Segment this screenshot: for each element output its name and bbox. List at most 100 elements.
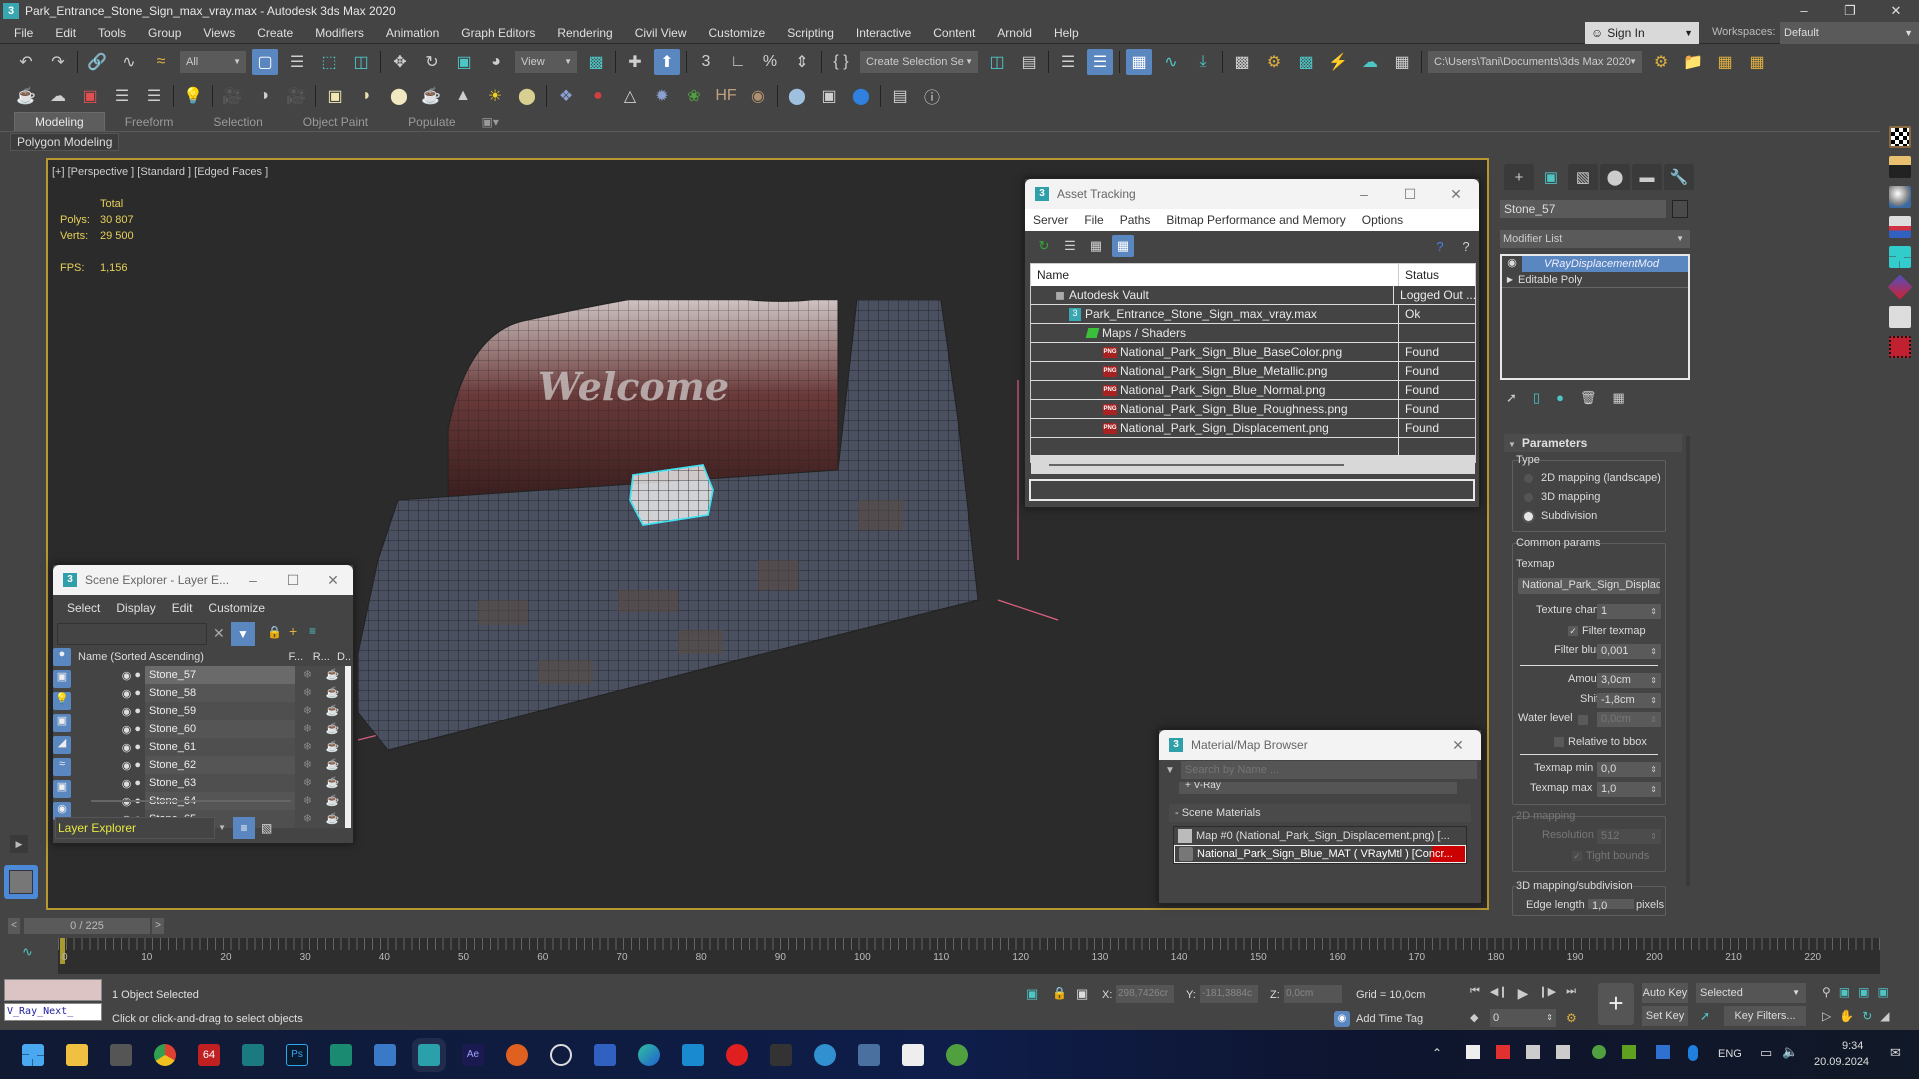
render-production-icon[interactable]: ⚡ (1325, 49, 1351, 75)
polygon-modeling-panel[interactable]: Polygon Modeling (10, 133, 120, 151)
filter-lights-icon[interactable]: 💡 (53, 692, 71, 710)
camera-icon[interactable]: 🎥 (219, 83, 245, 109)
minimize-button[interactable]: – (1341, 186, 1387, 203)
utilities-tab-icon[interactable]: 🔧 (1664, 164, 1694, 190)
key-filters-button[interactable]: Key Filters... (1724, 1006, 1806, 1026)
notifications-icon[interactable]: ✉ (1890, 1045, 1901, 1061)
asset-row[interactable]: PNG National_Park_Sign_Blue_Metallic.png … (1031, 362, 1475, 381)
clock-date[interactable]: 20.09.2024 (1814, 1056, 1869, 1068)
keyboard-shortcut-override-icon[interactable]: ⬆ (654, 49, 680, 75)
percent-snap-icon[interactable]: % (757, 49, 783, 75)
go-to-end-icon[interactable]: ⏭ (1566, 985, 1576, 1002)
telegram-icon[interactable] (814, 1044, 836, 1066)
freeze-icon[interactable]: ❄ (295, 702, 320, 720)
filter-cameras-icon[interactable]: ▣ (53, 714, 71, 732)
x-coordinate-field[interactable]: 298,7426cr (1116, 985, 1174, 1003)
material-search-input[interactable] (1180, 761, 1477, 779)
menu-bitmap-performance[interactable]: Bitmap Performance and Memory (1158, 213, 1353, 227)
menu-help[interactable]: Help (1043, 26, 1090, 40)
project-structure-icon[interactable]: ▦ (1712, 49, 1738, 75)
vray-sphere-light-icon[interactable]: ⬤ (386, 83, 412, 109)
asset-path-field[interactable] (1029, 479, 1475, 501)
renderable-teapot-icon[interactable]: ☕ (320, 666, 345, 684)
remove-modifier-icon[interactable]: 🗑 (1580, 390, 1597, 406)
scene-row-selected[interactable]: ◉ ● Stone_57 ❄ ☕ (75, 666, 351, 684)
freeze-icon[interactable]: ❄ (295, 774, 320, 792)
snaps-toggle-icon[interactable]: 3 (693, 49, 719, 75)
tab-object-paint[interactable]: Object Paint (283, 113, 388, 131)
time-slider-prev[interactable]: < (8, 918, 20, 934)
undo-icon[interactable]: ↶ (13, 49, 39, 75)
scene-search-input[interactable] (57, 623, 207, 645)
teapot-icon[interactable]: ☕ (13, 83, 39, 109)
texture-chan-spinner[interactable]: 1 ⇕ (1597, 604, 1661, 619)
browser-options-icon[interactable]: ▼ (1165, 765, 1175, 776)
visibility-eye-icon[interactable]: ◉ (122, 669, 132, 682)
tree-view-icon[interactable]: ▦ (1086, 236, 1106, 256)
render-gallery-icon[interactable]: ▦ (1389, 49, 1415, 75)
tray-security-icon[interactable] (1656, 1045, 1670, 1059)
select-by-name-icon[interactable]: ☰ (284, 49, 310, 75)
vray-sphere-icon[interactable]: ⬤ (784, 83, 810, 109)
maximize-button[interactable]: ☐ (1387, 186, 1433, 203)
clock-time[interactable]: 9:34 (1842, 1040, 1863, 1052)
explorer-mode-dropdown[interactable]: Layer Explorer ▼ (55, 817, 226, 839)
vray-proxy-icon[interactable]: ❖ (553, 83, 579, 109)
scene-row[interactable]: ◉ ● Stone_58 ❄ ☕ (75, 684, 351, 702)
aida64-icon[interactable]: 64 (198, 1044, 220, 1066)
menu-customize[interactable]: Customize (200, 601, 273, 615)
render-setup-icon[interactable]: ⚙ (1261, 49, 1287, 75)
asset-row[interactable]: Maps / Shaders (1031, 324, 1475, 343)
vray-dome-light-icon[interactable]: ◗ (354, 83, 380, 109)
restore-button[interactable]: ❐ (1827, 0, 1873, 22)
sign-in-button[interactable]: ☺ Sign In ▼ (1585, 22, 1699, 44)
material-item[interactable]: Map #0 (National_Park_Sign_Displacement.… (1174, 827, 1466, 845)
vray-hair-icon[interactable]: HF (713, 83, 739, 109)
after-effects-icon[interactable]: Ae (462, 1044, 484, 1066)
horizontal-scrollbar[interactable] (1031, 456, 1475, 474)
play-icon[interactable]: ▶ (1518, 985, 1529, 1002)
panel-settings-icon[interactable]: ☰ (141, 83, 167, 109)
freeze-icon[interactable]: ❄ (295, 792, 320, 810)
expand-triangle-icon[interactable]: ▶ (1502, 275, 1518, 284)
search-app-icon[interactable] (550, 1044, 572, 1066)
select-manipulate-icon[interactable]: ✚ (622, 49, 648, 75)
scene-row[interactable]: ◉ ● Stone_62 ❄ ☕ (75, 756, 351, 774)
maxscript-listener-field[interactable]: V_Ray_Next_ (4, 1003, 102, 1021)
tab-populate[interactable]: Populate (388, 113, 475, 131)
amount-spinner[interactable]: 3,0cm ⇕ (1597, 673, 1661, 688)
freeze-icon[interactable]: ❄ (295, 666, 320, 684)
mirror-icon[interactable]: ◫ (984, 49, 1010, 75)
resolution-spinner[interactable]: 512 ⇕ (1597, 829, 1661, 844)
menu-file[interactable]: File (0, 26, 44, 40)
expand-icon[interactable]: ▶ (10, 835, 28, 853)
toggle-layer-explorer-icon[interactable]: ☰ (1087, 49, 1113, 75)
renderable-teapot-icon[interactable]: ☕ (320, 738, 345, 756)
pan-icon[interactable]: ✋ (1839, 1009, 1854, 1023)
rectangular-selection-icon[interactable]: ⬚ (316, 49, 342, 75)
window-crossing-icon[interactable]: ◫ (348, 49, 374, 75)
selection-lock-icon[interactable]: 🔒 (1052, 986, 1067, 1000)
notepad-icon[interactable] (374, 1044, 396, 1066)
visibility-eye-icon[interactable]: ◉ (122, 723, 132, 736)
link-icon[interactable]: 🔗 (84, 49, 110, 75)
vray-layers-icon[interactable] (1888, 216, 1911, 238)
column-renderable[interactable]: R... (313, 651, 337, 663)
hierarchy-view-icon[interactable]: ▧ (261, 821, 272, 835)
time-configuration-icon[interactable]: ⚙ (1566, 1011, 1577, 1025)
vray-plane-light-icon[interactable]: ▣ (322, 83, 348, 109)
modifier-stack-item[interactable]: ▶ Editable Poly (1502, 272, 1688, 288)
tray-app-red-icon[interactable] (1496, 1045, 1510, 1059)
menu-graph-editors[interactable]: Graph Editors (450, 26, 546, 40)
key-mode-toggle-icon[interactable]: ◆ (1470, 1011, 1478, 1024)
freeze-icon[interactable]: ❄ (295, 738, 320, 756)
context-help-icon[interactable]: ? (1456, 236, 1476, 256)
add-time-tag-button[interactable]: Add Time Tag (1356, 1013, 1423, 1025)
vray-sun-icon[interactable]: ☀ (482, 83, 508, 109)
configure-modifier-sets-icon[interactable]: ▦ (1612, 390, 1624, 406)
table-view-icon[interactable]: ▦ (1112, 235, 1134, 257)
physical-camera-icon[interactable]: ◑ (251, 83, 277, 109)
park-sign-model[interactable]: Welcome (358, 300, 1118, 760)
parameters-rollout-header[interactable]: ▼ Parameters (1504, 434, 1682, 452)
tab-selection[interactable]: Selection (193, 113, 282, 131)
